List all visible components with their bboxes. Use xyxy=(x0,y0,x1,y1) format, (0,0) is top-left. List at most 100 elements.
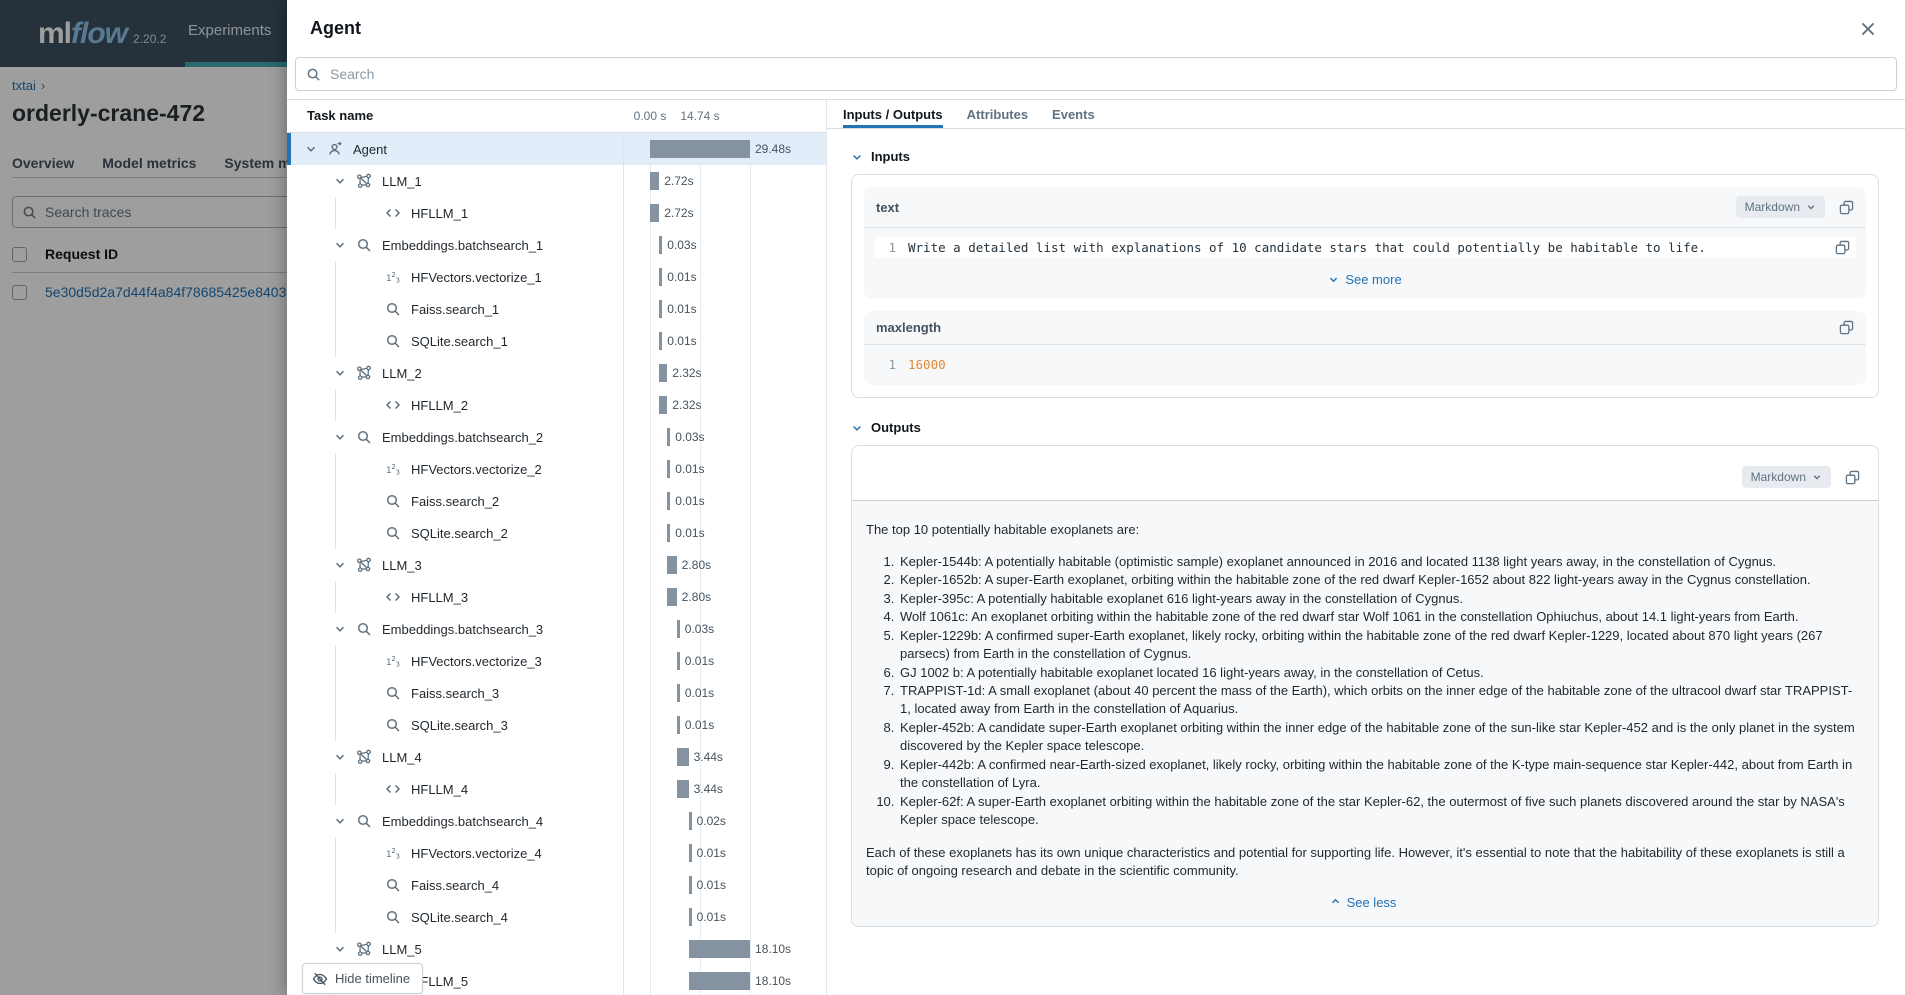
numbers-icon: 123 xyxy=(385,269,401,285)
copy-icon[interactable] xyxy=(1835,240,1850,255)
task-row-HFLLM_4[interactable]: HFLLM_43.44s xyxy=(287,773,826,805)
search-icon xyxy=(356,237,372,253)
task-row-Faiss.search_1[interactable]: Faiss.search_10.01s xyxy=(287,293,826,325)
see-more-link[interactable]: See more xyxy=(864,264,1866,299)
duration-label: 18.10s xyxy=(755,974,791,988)
duration-label: 29.48s xyxy=(755,142,791,156)
duration-label: 0.01s xyxy=(685,718,714,732)
task-label: Faiss.search_3 xyxy=(411,686,499,701)
task-row-Embeddings.batchsearch_4[interactable]: Embeddings.batchsearch_40.02s xyxy=(287,805,826,837)
tab-inputs-outputs[interactable]: Inputs / Outputs xyxy=(843,100,943,128)
task-row-LLM_2[interactable]: LLM_22.32s xyxy=(287,357,826,389)
agent-icon xyxy=(327,141,343,157)
chevron-down-icon[interactable] xyxy=(333,366,347,380)
duration-label: 0.03s xyxy=(675,430,704,444)
task-row-Faiss.search_3[interactable]: Faiss.search_30.01s xyxy=(287,677,826,709)
tab-events[interactable]: Events xyxy=(1052,100,1095,128)
duration-label: 0.01s xyxy=(675,526,704,540)
search-icon xyxy=(306,67,321,82)
output-list: Kepler-1544b: A potentially habitable (o… xyxy=(866,553,1860,830)
tab-attributes[interactable]: Attributes xyxy=(967,100,1028,128)
task-row-Embeddings.batchsearch_3[interactable]: Embeddings.batchsearch_30.03s xyxy=(287,613,826,645)
inputs-section-header[interactable]: Inputs xyxy=(851,149,1879,164)
search-icon xyxy=(385,333,401,349)
chevron-down-icon[interactable] xyxy=(333,174,347,188)
task-tree-panel: Task name 0.00 s 14.74 s Agent29.48sLLM_… xyxy=(287,100,826,995)
see-less-link[interactable]: See less xyxy=(866,881,1860,922)
markdown-select-value: Markdown xyxy=(1745,200,1800,214)
hide-timeline-button[interactable]: Hide timeline xyxy=(302,963,423,994)
task-row-HFVectors.vectorize_1[interactable]: 123HFVectors.vectorize_10.01s xyxy=(287,261,826,293)
task-row-HFLLM_2[interactable]: HFLLM_22.32s xyxy=(287,389,826,421)
search-icon xyxy=(385,493,401,509)
code-line[interactable]: 1 Write a detailed list with explanation… xyxy=(874,237,1856,258)
task-row-SQLite.search_1[interactable]: SQLite.search_10.01s xyxy=(287,325,826,357)
duration-label: 18.10s xyxy=(755,942,791,956)
chevron-down-icon[interactable] xyxy=(333,430,347,444)
task-label: Embeddings.batchsearch_2 xyxy=(382,430,543,445)
task-row-Embeddings.batchsearch_1[interactable]: Embeddings.batchsearch_10.03s xyxy=(287,229,826,261)
task-label: LLM_5 xyxy=(382,942,422,957)
output-list-item: Kepler-62f: A super-Earth exoplanet orbi… xyxy=(898,793,1860,830)
chevron-down-icon xyxy=(1812,472,1822,482)
copy-icon[interactable] xyxy=(1845,470,1860,485)
outputs-section-header[interactable]: Outputs xyxy=(851,420,1879,435)
task-row-LLM_1[interactable]: LLM_12.72s xyxy=(287,165,826,197)
search-icon xyxy=(385,301,401,317)
task-row-SQLite.search_4[interactable]: SQLite.search_40.01s xyxy=(287,901,826,933)
duration-bar xyxy=(659,300,662,318)
task-row-HFVectors.vectorize_2[interactable]: 123HFVectors.vectorize_20.01s xyxy=(287,453,826,485)
chevron-down-icon[interactable] xyxy=(333,558,347,572)
search-icon xyxy=(385,717,401,733)
span-search-input[interactable]: Search xyxy=(295,57,1897,91)
code-icon xyxy=(385,205,401,221)
chevron-down-icon[interactable] xyxy=(333,814,347,828)
task-row-SQLite.search_3[interactable]: SQLite.search_30.01s xyxy=(287,709,826,741)
duration-bar xyxy=(677,684,680,702)
task-label: LLM_2 xyxy=(382,366,422,381)
code-line[interactable]: 1 16000 xyxy=(874,354,1856,375)
duration-label: 0.01s xyxy=(667,302,696,316)
task-row-HFVectors.vectorize_4[interactable]: 123HFVectors.vectorize_40.01s xyxy=(287,837,826,869)
task-row-Embeddings.batchsearch_2[interactable]: Embeddings.batchsearch_2 0.03s xyxy=(287,421,826,453)
task-row-HFVectors.vectorize_3[interactable]: 123HFVectors.vectorize_30.01s xyxy=(287,645,826,677)
copy-icon[interactable] xyxy=(1839,320,1854,335)
task-label: Faiss.search_4 xyxy=(411,878,499,893)
outputs-section-label: Outputs xyxy=(871,420,921,435)
timeline-tick-1: 14.74 s xyxy=(680,109,719,123)
chevron-down-icon[interactable] xyxy=(304,142,318,156)
task-row-LLM_5[interactable]: LLM_5 18.10s xyxy=(287,933,826,965)
chevron-down-icon[interactable] xyxy=(333,750,347,764)
task-row-Agent[interactable]: Agent29.48s xyxy=(287,133,826,165)
column-divider xyxy=(623,133,624,995)
task-row-SQLite.search_2[interactable]: SQLite.search_20.01s xyxy=(287,517,826,549)
task-row-HFLLM_1[interactable]: HFLLM_12.72s xyxy=(287,197,826,229)
chevron-down-icon[interactable] xyxy=(333,622,347,636)
chevron-down-icon[interactable] xyxy=(333,942,347,956)
duration-label: 0.01s xyxy=(697,878,726,892)
task-row-LLM_3[interactable]: LLM_32.80s xyxy=(287,549,826,581)
tree-header: Task name 0.00 s 14.74 s xyxy=(287,100,826,133)
chevron-down-icon[interactable] xyxy=(333,238,347,252)
chevron-down-icon xyxy=(1806,202,1816,212)
task-label: HFVectors.vectorize_4 xyxy=(411,846,542,861)
line-number: 1 xyxy=(880,240,896,255)
task-label: HFVectors.vectorize_3 xyxy=(411,654,542,669)
search-icon xyxy=(385,685,401,701)
task-label: SQLite.search_1 xyxy=(411,334,508,349)
task-row-Faiss.search_2[interactable]: Faiss.search_20.01s xyxy=(287,485,826,517)
outputs-card: Markdown The top 10 potentially habitabl… xyxy=(851,445,1879,927)
close-icon[interactable] xyxy=(1859,20,1877,38)
eye-off-icon xyxy=(312,971,328,987)
markdown-select[interactable]: Markdown xyxy=(1736,196,1825,218)
duration-bar xyxy=(677,716,680,734)
output-list-item: Kepler-1229b: A confirmed super-Earth ex… xyxy=(898,627,1860,664)
see-less-label: See less xyxy=(1347,895,1397,910)
task-label: LLM_1 xyxy=(382,174,422,189)
task-row-Faiss.search_4[interactable]: Faiss.search_4 0.01s xyxy=(287,869,826,901)
markdown-select[interactable]: Markdown xyxy=(1742,466,1831,488)
task-row-LLM_4[interactable]: LLM_43.44s xyxy=(287,741,826,773)
copy-icon[interactable] xyxy=(1839,200,1854,215)
task-row-HFLLM_3[interactable]: HFLLM_32.80s xyxy=(287,581,826,613)
hide-timeline-label: Hide timeline xyxy=(335,971,410,986)
